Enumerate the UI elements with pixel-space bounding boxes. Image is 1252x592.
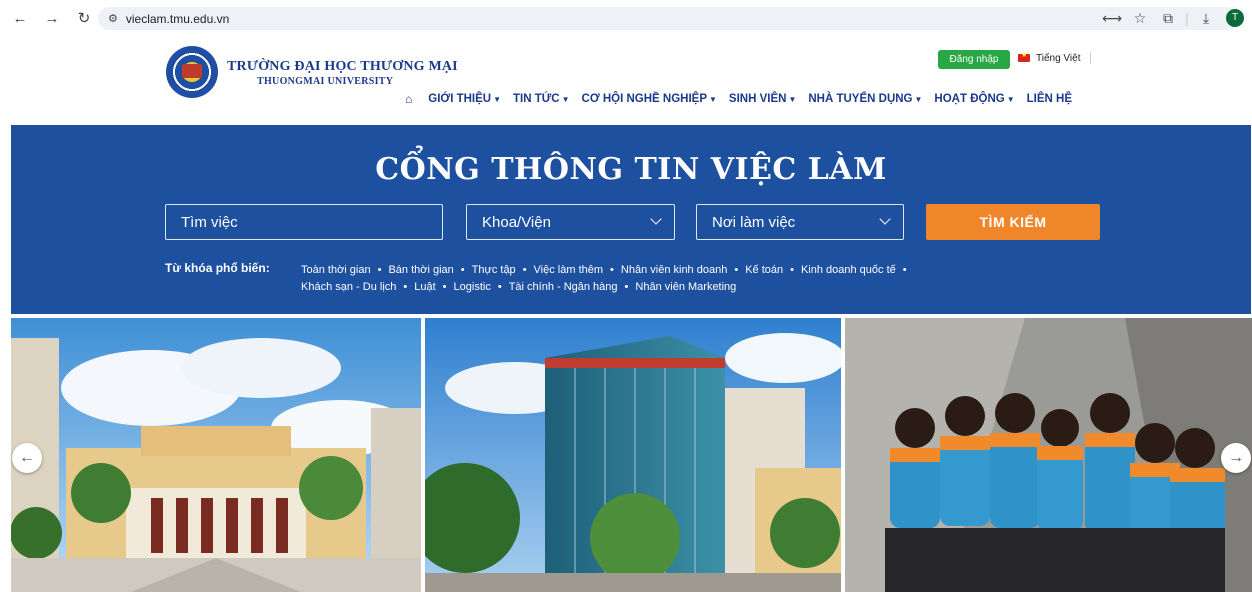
translate-icon[interactable]: ⟷: [1098, 10, 1126, 27]
keyword-link[interactable]: Việc làm thêm: [534, 264, 604, 276]
carousel-slide-campus-hall[interactable]: [11, 318, 421, 592]
carousel-next-arrow-icon[interactable]: →: [1221, 443, 1251, 473]
site-header: TRƯỜNG ĐẠI HỌC THƯƠNG MẠI THUONGMAI UNIV…: [0, 36, 1252, 124]
students-group-image: [845, 318, 1252, 592]
keyword-link[interactable]: Thực tập: [472, 264, 516, 276]
carousel-prev-arrow-icon[interactable]: ←: [12, 443, 42, 473]
keyword-link[interactable]: Kinh doanh quốc tế: [801, 264, 896, 276]
nav-item-nha-tuyen-dung[interactable]: NHÀ TUYỂN DỤNG ▼: [808, 93, 922, 105]
forward-arrow-icon[interactable]: →: [40, 6, 64, 30]
chevron-down-icon: [650, 213, 662, 225]
keyword-link[interactable]: Kế toán: [745, 264, 783, 276]
caret-down-icon: ▼: [709, 95, 717, 104]
vietnam-flag-icon: [1018, 51, 1030, 62]
carousel-slide-office-tower[interactable]: [425, 318, 841, 592]
location-select-value: Nơi làm việc: [712, 213, 796, 231]
nav-label: LIÊN HỆ: [1026, 93, 1072, 105]
reload-icon[interactable]: ↻: [72, 6, 96, 30]
language-switcher[interactable]: Tiếng Việt: [1018, 51, 1092, 64]
nav-label: CƠ HỘI NGHỀ NGHIỆP: [581, 93, 707, 105]
caret-down-icon: ▼: [493, 95, 502, 104]
keyword-link[interactable]: Nhân viên kinh doanh: [621, 264, 727, 276]
back-arrow-icon[interactable]: ←: [8, 6, 32, 30]
keyword-link[interactable]: Nhân viên Marketing: [635, 281, 736, 293]
nav-item-tin-tuc[interactable]: TIN TỨC ▼: [513, 93, 570, 105]
photo-carousel: ← →: [0, 318, 1252, 592]
hero-title: CỔNG THÔNG TIN VIỆC LÀM: [375, 152, 887, 187]
faculty-select[interactable]: Khoa/Viện: [466, 204, 675, 240]
home-icon[interactable]: ⌂: [405, 92, 412, 106]
nav-label: NHÀ TUYỂN DỤNG: [808, 93, 913, 105]
caret-down-icon: ▼: [561, 95, 570, 104]
popular-keywords-list: Toàn thời gian • Bán thời gian • Thực tập • Vi…: [301, 264, 907, 293]
job-search-input[interactable]: Tìm việc: [165, 204, 443, 240]
nav-item-hoat-dong[interactable]: HOẠT ĐỘNG ▼: [934, 93, 1014, 105]
profile-avatar[interactable]: T: [1226, 9, 1244, 27]
browser-toolbar: ← → ↻ ⚙ vieclam.tmu.edu.vn ⟷ ☆ ⧉ | ⤓ T: [0, 0, 1252, 36]
toolbar-separator: |: [1185, 10, 1189, 26]
nav-label: GIỚI THIỆU: [428, 93, 492, 105]
caret-down-icon: ▼: [914, 95, 923, 104]
browser-actions: ⟷ ☆ ⧉ | ⤓ T: [1098, 6, 1252, 30]
main-navigation: ⌂ GIỚI THIỆU ▼ TIN TỨC ▼ CƠ HỘI NGHỀ NGHIỆ…: [405, 92, 1072, 106]
nav-item-gioi-thieu[interactable]: GIỚI THIỆU ▼: [428, 93, 501, 105]
nav-label: HOẠT ĐỘNG: [934, 93, 1005, 105]
language-separator: [1090, 52, 1092, 64]
search-button[interactable]: TÌM KIẾM: [926, 204, 1100, 240]
nav-item-co-hoi-nghe-nghiep[interactable]: CƠ HỘI NGHỀ NGHIỆP ▼: [582, 93, 717, 105]
language-label: Tiếng Việt: [1036, 52, 1081, 64]
bookmark-star-icon[interactable]: ☆: [1126, 10, 1154, 27]
job-search-hero: CỔNG THÔNG TIN VIỆC LÀM Tìm việc Khoa/Vi…: [11, 125, 1251, 314]
brand-name-vn[interactable]: TRƯỜNG ĐẠI HỌC THƯƠNG MẠI: [227, 59, 458, 75]
chevron-down-icon: [879, 213, 891, 225]
keyword-link[interactable]: Luật: [414, 281, 435, 293]
caret-down-icon: ▼: [1006, 95, 1015, 104]
popular-keywords-label: Từ khóa phổ biến:: [165, 261, 270, 275]
site-settings-icon[interactable]: ⚙: [108, 12, 118, 25]
faculty-select-value: Khoa/Viện: [482, 213, 551, 231]
download-icon[interactable]: ⤓: [1192, 10, 1220, 27]
login-button[interactable]: Đăng nhập: [938, 50, 1010, 69]
nav-item-sinh-vien[interactable]: SINH VIÊN ▼: [729, 93, 796, 105]
nav-label: SINH VIÊN: [728, 93, 787, 105]
campus-hall-image: [11, 318, 421, 592]
caret-down-icon: ▼: [788, 95, 797, 104]
address-bar[interactable]: ⚙ vieclam.tmu.edu.vn: [98, 7, 1238, 30]
nav-label: TIN TỨC: [513, 93, 560, 105]
nav-item-lien-he[interactable]: LIÊN HỆ: [1027, 93, 1072, 105]
keyword-link[interactable]: Logistic: [454, 281, 491, 293]
location-select[interactable]: Nơi làm việc: [696, 204, 904, 240]
keyword-link[interactable]: Khách sạn - Du lịch: [301, 281, 396, 293]
address-url: vieclam.tmu.edu.vn: [125, 11, 230, 26]
keyword-link[interactable]: Bán thời gian: [388, 264, 453, 276]
keyword-link[interactable]: Toàn thời gian: [301, 264, 371, 276]
extensions-icon[interactable]: ⧉: [1154, 10, 1182, 27]
carousel-slide-students[interactable]: [845, 318, 1252, 592]
brand-name-en[interactable]: THUONGMAI UNIVERSITY: [257, 76, 393, 87]
keyword-link[interactable]: Tài chính - Ngân hàng: [509, 281, 618, 293]
office-tower-image: [425, 318, 841, 592]
university-logo-icon[interactable]: [166, 46, 218, 98]
